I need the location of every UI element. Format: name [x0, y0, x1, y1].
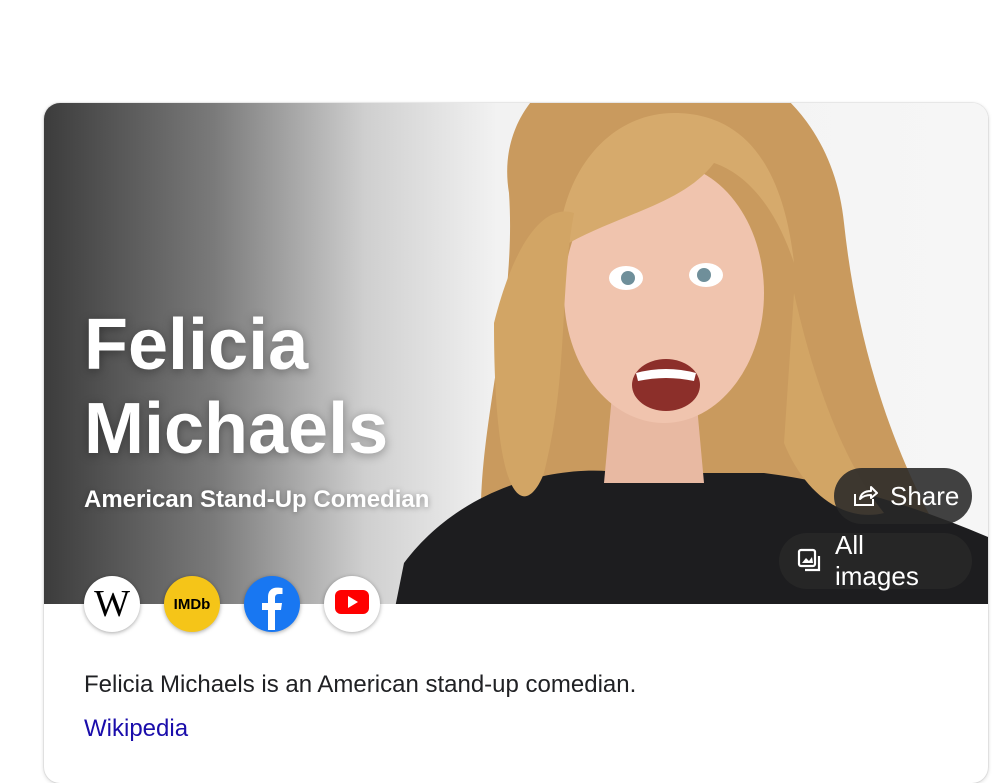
hero-image-area[interactable]: Felicia Michaels American Stand-Up Comed… [44, 103, 988, 604]
share-label: Share [890, 480, 960, 511]
youtube-icon [335, 589, 369, 619]
imdb-icon: IMDb [173, 595, 211, 613]
wikipedia-source-link[interactable]: Wikipedia [84, 715, 188, 743]
wikipedia-icon: W [94, 583, 130, 625]
wikipedia-link[interactable]: W [84, 576, 140, 632]
entity-title: Felicia Michaels [84, 305, 389, 469]
facebook-icon [244, 574, 300, 635]
all-images-label: All images [835, 530, 919, 591]
share-button[interactable]: Share [834, 468, 972, 524]
entity-description: Felicia Michaels is an American stand-up… [84, 671, 637, 698]
youtube-link[interactable] [324, 576, 380, 632]
all-images-button[interactable]: All images [779, 530, 972, 591]
knowledge-panel-card: Felicia Michaels American Stand-Up Comed… [44, 103, 988, 783]
image-stack-icon [797, 548, 823, 574]
facebook-link[interactable] [244, 576, 300, 632]
source-links: W IMDb [84, 576, 380, 632]
share-arrow-icon [852, 485, 878, 507]
entity-subtitle: American Stand-Up Comedian [84, 486, 430, 513]
imdb-link[interactable]: IMDb [164, 576, 220, 632]
